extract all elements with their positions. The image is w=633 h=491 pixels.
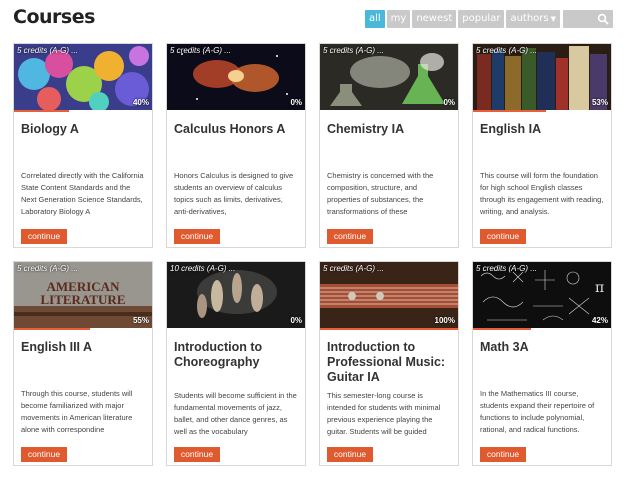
- page-title: Courses: [13, 6, 95, 28]
- progress-percent: 0%: [443, 98, 455, 107]
- credits-label: 5 credits (A-G) ...: [17, 264, 78, 273]
- filter-popular-button[interactable]: popular: [458, 10, 505, 28]
- credits-label: 5 credits (A-G) ...: [323, 46, 384, 55]
- search-box: [563, 10, 613, 30]
- authors-label: authors: [510, 13, 549, 24]
- credits-label: 10 credits (A-G) ...: [170, 264, 236, 273]
- progress-bar: [320, 328, 458, 330]
- course-description: This course will form the foundation for…: [480, 171, 604, 216]
- continue-button[interactable]: continue: [327, 447, 373, 462]
- credits-label: 5 credits (A-G) ...: [17, 46, 78, 55]
- course-description: Correlated directly with the California …: [21, 171, 144, 216]
- course-grid: 5 credits (A-G) ... 40% Biology A Correl…: [13, 43, 616, 483]
- course-title[interactable]: English III A: [21, 340, 147, 355]
- filter-all-button[interactable]: all: [364, 10, 385, 28]
- course-description: This semester-long course is intended fo…: [327, 391, 441, 436]
- continue-button[interactable]: continue: [327, 229, 373, 244]
- course-description: Honors Calculus is designed to give stud…: [174, 171, 294, 216]
- guitar-image[interactable]: 5 credits (A-G) ... 100%: [320, 262, 458, 328]
- english-books-image[interactable]: 5 credits (A-G) ... 53%: [473, 44, 611, 110]
- course-title[interactable]: Introduction to Choreography: [174, 340, 300, 370]
- chemistry-flasks-image[interactable]: 5 credits (A-G) ... 0%: [320, 44, 458, 110]
- course-card: 5 credits (A-G) ... 0% Chemistry IA Chem…: [319, 43, 459, 248]
- course-title[interactable]: Introduction to Professional Music: Guit…: [327, 340, 453, 385]
- course-description: Students will become sufficient in the f…: [174, 391, 297, 436]
- course-description: In the Mathematics III course, students …: [480, 389, 595, 434]
- progress-bar: [14, 328, 90, 330]
- course-title[interactable]: Chemistry IA: [327, 122, 453, 137]
- credits-label: 5 credits (A-G) ...: [170, 46, 231, 55]
- continue-button[interactable]: continue: [480, 447, 526, 462]
- course-title[interactable]: Calculus Honors A: [174, 122, 300, 137]
- header: Courses all my newest popular authors ▼: [0, 0, 633, 36]
- dancers-image[interactable]: 10 credits (A-G) ... 0%: [167, 262, 305, 328]
- course-card: 5 credits (A-G) ... 0% Calculus Honors A…: [166, 43, 306, 248]
- progress-percent: 40%: [132, 98, 149, 107]
- progress-percent: 0%: [290, 98, 302, 107]
- calculus-nebula-image[interactable]: 5 credits (A-G) ... 0%: [167, 44, 305, 110]
- course-description: Chemistry is concerned with the composit…: [327, 171, 434, 216]
- course-title[interactable]: Math 3A: [480, 340, 606, 355]
- filter-authors-dropdown[interactable]: authors ▼: [506, 10, 560, 28]
- course-title[interactable]: English IA: [480, 122, 606, 137]
- biology-molecules-image[interactable]: 5 credits (A-G) ... 40%: [14, 44, 152, 110]
- progress-bar: [473, 328, 531, 330]
- course-card: π 5 credits (A-G) ... 42% Math 3A In the…: [472, 261, 612, 466]
- search-icon[interactable]: [597, 13, 609, 25]
- course-card: AMERICAN LITERATURE 5 credits (A-G) ... …: [13, 261, 153, 466]
- filter-newest-button[interactable]: newest: [412, 10, 457, 28]
- progress-percent: 0%: [290, 316, 302, 325]
- continue-button[interactable]: continue: [174, 229, 220, 244]
- thumb-text: AMERICAN LITERATURE: [40, 279, 126, 307]
- caret-down-icon: ▼: [550, 15, 556, 23]
- continue-button[interactable]: continue: [21, 229, 67, 244]
- continue-button[interactable]: continue: [174, 447, 220, 462]
- progress-bar: [14, 110, 69, 112]
- course-card: 5 credits (A-G) ... 40% Biology A Correl…: [13, 43, 153, 248]
- credits-label: 5 credits (A-G) ...: [476, 46, 537, 55]
- svg-text:π: π: [595, 280, 604, 296]
- credits-label: 5 credits (A-G) ...: [476, 264, 537, 273]
- progress-percent: 42%: [591, 316, 608, 325]
- filter-my-button[interactable]: my: [386, 10, 411, 28]
- course-title[interactable]: Biology A: [21, 122, 147, 137]
- progress-percent: 100%: [434, 316, 455, 325]
- credits-label: 5 credits (A-G) ...: [323, 264, 384, 273]
- continue-button[interactable]: continue: [21, 447, 67, 462]
- course-description: Through this course, students will becom…: [21, 389, 133, 434]
- course-card: 10 credits (A-G) ... 0% Introduction to …: [166, 261, 306, 466]
- progress-percent: 53%: [591, 98, 608, 107]
- course-card: 5 credits (A-G) ... 100% Introduction to…: [319, 261, 459, 466]
- progress-bar: [473, 110, 546, 112]
- math-formulas-image[interactable]: π 5 credits (A-G) ... 42%: [473, 262, 611, 328]
- course-card: 5 credits (A-G) ... 53% English IA This …: [472, 43, 612, 248]
- continue-button[interactable]: continue: [480, 229, 526, 244]
- filter-bar: all my newest popular authors ▼: [363, 10, 613, 30]
- progress-percent: 55%: [132, 316, 149, 325]
- search-input[interactable]: [563, 11, 601, 30]
- american-literature-image[interactable]: AMERICAN LITERATURE 5 credits (A-G) ... …: [14, 262, 152, 328]
